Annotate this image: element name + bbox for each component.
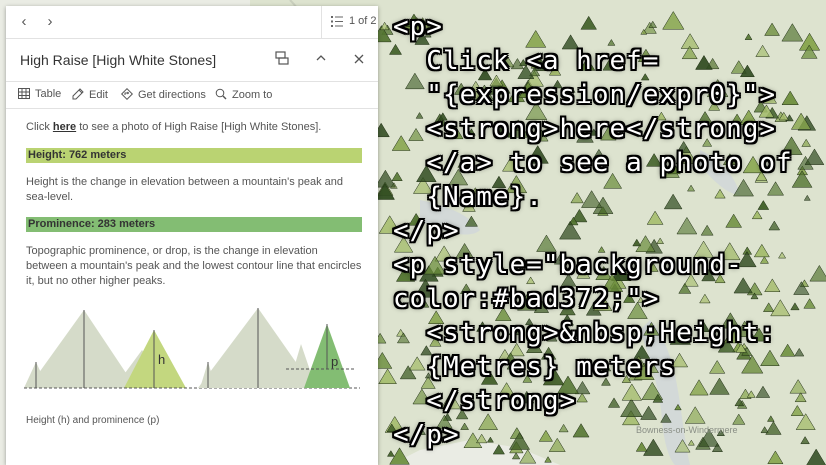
popup-header: High Raise [High White Stones] xyxy=(6,39,378,82)
feature-pager[interactable]: 1 of 2 xyxy=(321,6,378,38)
zoom-to-icon xyxy=(215,88,227,100)
prominence-description: Topographic prominence, or drop, is the … xyxy=(26,245,362,287)
code-line: <p> xyxy=(393,12,443,42)
code-line: </a> to see a photo of xyxy=(393,148,793,178)
code-line: </p> xyxy=(393,216,460,246)
code-overlay: <p> Click <a href= "{expression/expr0}">… xyxy=(393,10,793,452)
table-button[interactable]: Table xyxy=(18,88,61,100)
code-line: <p style="background- xyxy=(393,250,743,280)
code-line: <strong>here</strong> xyxy=(393,114,777,144)
chevron-left-icon[interactable]: ‹ xyxy=(14,12,34,32)
code-line: </p> xyxy=(393,420,460,450)
directions-icon xyxy=(120,87,134,101)
get-directions-button[interactable]: Get directions xyxy=(120,87,206,101)
close-icon[interactable] xyxy=(350,51,368,69)
code-line: <strong>&nbsp;Height: xyxy=(393,318,777,348)
diagram-caption: Height (h) and prominence (p) xyxy=(26,415,160,426)
code-line: </strong> xyxy=(393,386,577,416)
feature-popup: ‹ › 1 of 2 High Raise [High White Stones… xyxy=(6,6,378,465)
code-line: Click <a href= xyxy=(393,46,660,76)
collapse-icon[interactable] xyxy=(312,51,330,69)
popup-content: Click here to see a photo of High Raise … xyxy=(6,109,378,428)
popup-navigation: ‹ › 1 of 2 xyxy=(6,6,378,39)
list-icon xyxy=(331,16,343,27)
chevron-right-icon[interactable]: › xyxy=(40,12,60,32)
diagram-label-h: h xyxy=(158,352,165,367)
code-line: {Name}. xyxy=(393,182,543,212)
code-line: color:#bad372;"> xyxy=(393,284,660,314)
popup-actions: Table Edit Get directions Zoom to xyxy=(6,82,378,109)
edit-button[interactable]: Edit xyxy=(72,88,108,101)
photo-link[interactable]: here xyxy=(53,121,76,133)
edit-icon xyxy=(72,88,84,100)
height-bar: Height: 762 meters xyxy=(26,148,362,163)
table-icon xyxy=(18,88,30,99)
code-line: "{expression/expr0}"> xyxy=(393,80,777,110)
diagram-label-p: p xyxy=(331,354,338,369)
intro-text: Click here to see a photo of High Raise … xyxy=(26,121,322,133)
zoom-to-button[interactable]: Zoom to xyxy=(215,88,272,101)
dock-icon[interactable] xyxy=(273,51,291,69)
height-description: Height is the change in elevation betwee… xyxy=(26,176,344,203)
popup-title: High Raise [High White Stones] xyxy=(20,52,217,68)
code-line: {Metres} meters xyxy=(393,352,677,382)
feature-count: 1 of 2 xyxy=(349,15,377,27)
height-prominence-diagram: h p xyxy=(24,308,360,389)
prominence-bar: Prominence: 283 meters xyxy=(26,217,362,232)
